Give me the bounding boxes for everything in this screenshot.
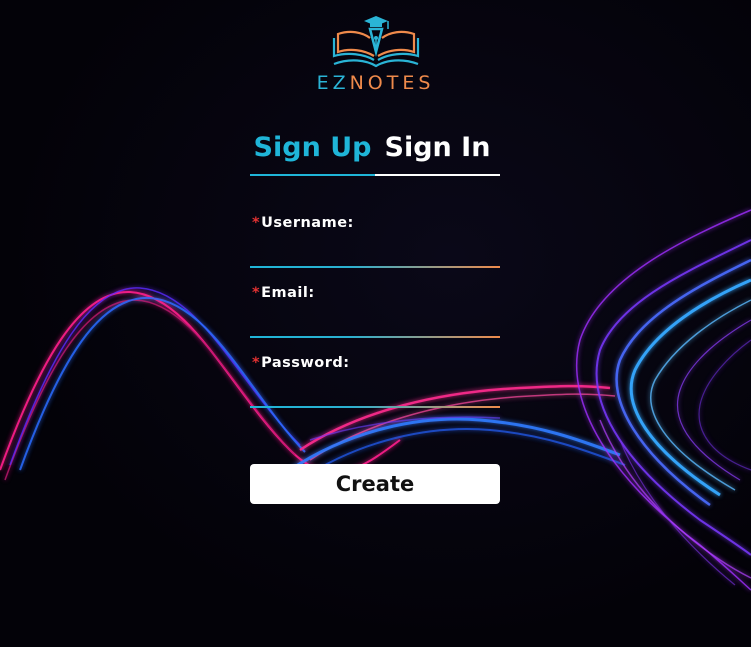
auth-page: EZNOTES Sign Up Sign In *Username: *Emai… <box>0 0 751 647</box>
password-field-group: *Password: <box>250 354 500 408</box>
email-field-group: *Email: <box>250 284 500 338</box>
required-marker: * <box>252 355 261 371</box>
username-underline <box>250 266 500 268</box>
password-label-text: Password: <box>261 355 350 371</box>
email-input[interactable] <box>250 310 500 336</box>
tab-sign-up[interactable]: Sign Up <box>250 126 375 176</box>
password-input[interactable] <box>250 380 500 406</box>
logo-wordmark-notes: NOTES <box>349 72 435 94</box>
password-underline <box>250 406 500 408</box>
email-label: *Email: <box>250 284 500 302</box>
username-label-text: Username: <box>261 215 354 231</box>
auth-tabs: Sign Up Sign In <box>250 126 500 176</box>
book-pen-graduation-cap-icon <box>332 16 419 68</box>
username-input[interactable] <box>250 240 500 266</box>
password-label: *Password: <box>250 354 500 372</box>
required-marker: * <box>252 215 261 231</box>
create-button[interactable]: Create <box>250 464 500 504</box>
logo-wordmark: EZNOTES <box>0 72 751 94</box>
eznotes-logo: EZNOTES <box>0 12 751 94</box>
email-label-text: Email: <box>261 285 315 301</box>
required-marker: * <box>252 285 261 301</box>
tab-sign-in[interactable]: Sign In <box>375 126 500 174</box>
username-field-group: *Username: <box>250 214 500 268</box>
username-label: *Username: <box>250 214 500 232</box>
email-underline <box>250 336 500 338</box>
logo-wordmark-ez: EZ <box>316 72 350 94</box>
